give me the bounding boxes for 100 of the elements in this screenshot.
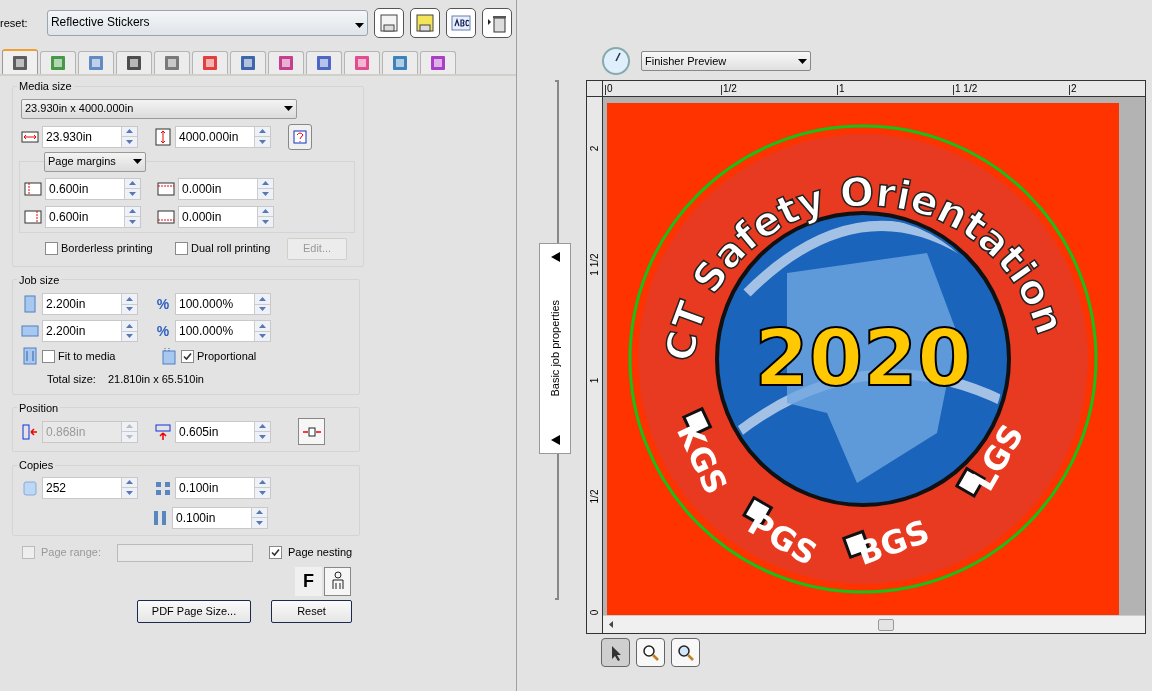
save-as-preset-icon[interactable]: [410, 8, 441, 38]
toolbar-tab[interactable]: [78, 51, 114, 74]
checkbox-label: Fit to media: [58, 348, 117, 364]
spin-down-icon[interactable]: [258, 217, 273, 227]
ruler-label: 1/2: [588, 489, 601, 504]
spin-up-icon[interactable]: [122, 477, 137, 488]
spin-field[interactable]: 100.000%: [175, 293, 271, 315]
spin-up-icon[interactable]: [255, 321, 270, 332]
font-button[interactable]: F: [295, 566, 322, 596]
spin-down-icon[interactable]: [255, 137, 270, 147]
spin-up-icon[interactable]: [252, 507, 267, 518]
spin-field[interactable]: 0.000in: [178, 177, 274, 200]
spin-field[interactable]: 252: [42, 476, 138, 499]
checkbox[interactable]: [45, 242, 58, 255]
group-title: Media size: [18, 79, 73, 94]
toolbar-tab[interactable]: [344, 51, 380, 74]
spin-field[interactable]: 0.600in: [45, 177, 141, 200]
spin-up-icon[interactable]: [255, 477, 270, 488]
delete-preset-icon[interactable]: [482, 8, 512, 38]
tab-icon: [314, 54, 334, 72]
spin-field[interactable]: 23.930in: [42, 125, 138, 148]
preview-mode-select[interactable]: Finisher Preview: [641, 51, 811, 71]
field-value: 0.605in: [178, 423, 220, 441]
person-button[interactable]: [324, 566, 351, 596]
spin-field[interactable]: 0.600in: [45, 205, 141, 228]
fit-page-icon: [21, 347, 39, 365]
toolbar-tab[interactable]: [382, 51, 418, 74]
toolbar-tab[interactable]: [306, 51, 342, 74]
page-range-field[interactable]: [117, 543, 253, 562]
spin-field[interactable]: 0.605in: [175, 420, 271, 443]
toolbar-tab[interactable]: [2, 49, 38, 74]
spin-up-icon[interactable]: [258, 206, 273, 217]
ruler-label: 0: [588, 609, 601, 616]
spin-field[interactable]: 0.100in: [172, 506, 268, 529]
spin-field[interactable]: 100.000%: [175, 320, 271, 342]
total-size-value: 21.810in x 65.510in: [107, 372, 204, 387]
spin-down-icon[interactable]: [255, 488, 270, 498]
rename-preset-icon[interactable]: [446, 8, 477, 38]
tab-icon: [86, 54, 106, 72]
spin-down-icon[interactable]: [122, 488, 137, 498]
checkbox[interactable]: [175, 242, 188, 255]
spin-field[interactable]: 0.100in: [175, 476, 271, 499]
page-margins-select[interactable]: Page margins: [44, 151, 146, 172]
scroll-left-icon[interactable]: [609, 621, 613, 628]
spin-field[interactable]: 2.200in: [42, 293, 138, 315]
pointer-tool-button[interactable]: [601, 638, 630, 667]
spin-up-icon[interactable]: [122, 294, 137, 305]
spin-down-icon[interactable]: [255, 304, 270, 314]
left-offset-icon: [21, 422, 39, 441]
toolbar-tab[interactable]: [420, 51, 456, 74]
spin-field[interactable]: 2.200in: [42, 320, 138, 342]
toolbar-tab[interactable]: [230, 51, 266, 74]
spin-up-icon[interactable]: [122, 321, 137, 332]
spin-down-icon[interactable]: [125, 217, 140, 227]
spin-field[interactable]: 4000.000in: [175, 125, 271, 148]
scroll-thumb[interactable]: [877, 618, 894, 631]
spin-up-icon[interactable]: [255, 294, 270, 305]
spin-up-icon[interactable]: [125, 178, 140, 189]
center-position-button[interactable]: [298, 418, 325, 445]
checkbox[interactable]: [269, 546, 282, 559]
vertical-gap-icon: [151, 508, 169, 527]
save-preset-icon[interactable]: [374, 8, 405, 38]
page-zoom-button[interactable]: [671, 638, 700, 667]
job-width-icon: [21, 322, 39, 340]
checkbox[interactable]: [42, 349, 55, 363]
spin-up-icon[interactable]: [255, 126, 270, 137]
proportional-page-icon: [160, 347, 178, 365]
toolbar-tab[interactable]: [154, 51, 190, 74]
tab-icon: [428, 54, 448, 72]
spin-down-icon[interactable]: [125, 189, 140, 199]
media-help-button[interactable]: [288, 123, 312, 150]
field-value: 0.100in: [178, 479, 220, 497]
checkbox[interactable]: [181, 349, 194, 363]
tab-icon: [238, 54, 258, 72]
toolbar-tab[interactable]: [40, 51, 76, 74]
toolbar-tab[interactable]: [116, 51, 152, 74]
spin-down-icon[interactable]: [122, 304, 137, 314]
side-panel-tab[interactable]: Basic job properties: [539, 243, 571, 454]
horizontal-scrollbar[interactable]: [603, 615, 1145, 633]
spin-up-icon[interactable]: [125, 206, 140, 217]
spin-field[interactable]: 0.000in: [178, 205, 274, 228]
tab-icon: [200, 54, 220, 72]
spin-up-icon[interactable]: [255, 421, 270, 432]
spin-down-icon[interactable]: [255, 331, 270, 341]
spin-down-icon[interactable]: [258, 189, 273, 199]
dialog-button[interactable]: PDF Page Size...: [137, 599, 251, 623]
spin-down-icon[interactable]: [122, 137, 137, 147]
ruler-label: 1/2: [721, 85, 837, 95]
dialog-button[interactable]: Reset: [271, 599, 352, 623]
spin-up-icon[interactable]: [122, 126, 137, 137]
zoom-tool-button[interactable]: [636, 638, 665, 667]
spin-down-icon[interactable]: [252, 518, 267, 528]
spin-down-icon[interactable]: [255, 432, 270, 442]
ruler-label: 0: [605, 85, 721, 95]
spin-up-icon[interactable]: [258, 178, 273, 189]
spin-down-icon[interactable]: [122, 331, 137, 341]
preset-select[interactable]: Reflective Stickers: [46, 10, 369, 36]
toolbar-tab[interactable]: [268, 51, 304, 74]
toolbar-tab[interactable]: [192, 51, 228, 74]
media-size-select[interactable]: 23.930in x 4000.000in: [21, 98, 297, 119]
